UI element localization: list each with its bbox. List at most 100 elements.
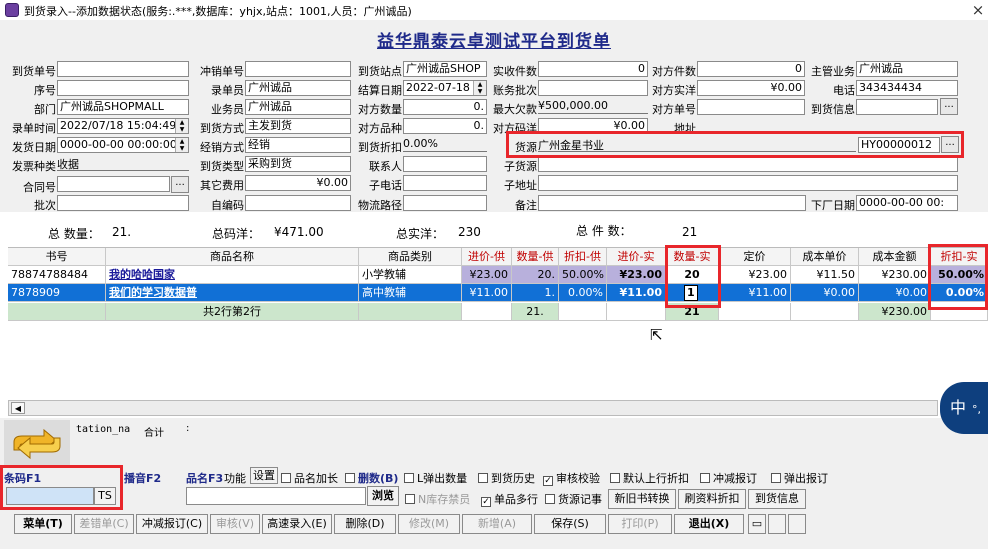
table-cell[interactable]: 50.00%: [559, 266, 607, 284]
error-order-button[interactable]: 差错单(C): [74, 514, 134, 534]
table-cell[interactable]: 7878909: [8, 284, 106, 302]
self-code-field[interactable]: [245, 195, 351, 211]
table-cell[interactable]: ¥23.00: [462, 266, 512, 284]
ime-indicator[interactable]: 中 °,: [940, 382, 988, 434]
col-header-cost-total[interactable]: 成本金额: [859, 248, 931, 266]
arrival-method-field[interactable]: 主发到货: [245, 118, 351, 134]
checkbox-name-extend[interactable]: 品名加长: [281, 470, 338, 486]
other-fee-field[interactable]: ¥0.00: [245, 175, 351, 191]
table-cell[interactable]: ¥11.50: [791, 266, 859, 284]
table-cell[interactable]: 20.: [512, 266, 559, 284]
opp-qty-field[interactable]: 0.: [403, 99, 487, 115]
checkbox-box-checked[interactable]: ✓: [481, 497, 491, 507]
save-button[interactable]: 保存(S): [534, 514, 606, 534]
checkbox-no-stock[interactable]: N库存禁员: [405, 491, 470, 507]
entry-time-spinner[interactable]: ▲ ▼: [175, 119, 188, 133]
opp-order-no-field[interactable]: [697, 99, 805, 115]
table-cell[interactable]: ¥11.00: [462, 284, 512, 302]
contact-field[interactable]: [403, 156, 487, 172]
browse-button[interactable]: 浏览: [367, 486, 399, 506]
supervisor-field[interactable]: 广州诚品: [856, 61, 958, 77]
opp-variety-field[interactable]: 0.: [403, 118, 487, 134]
print-button[interactable]: 打印(P): [608, 514, 672, 534]
max-owed-field[interactable]: ¥500,000.00: [538, 99, 648, 114]
grid-horizontal-scrollbar[interactable]: ◀: [8, 400, 938, 416]
salesman-field[interactable]: 广州诚品: [245, 99, 351, 115]
table-cell[interactable]: ¥230.00: [859, 266, 931, 284]
arrival-discount-field[interactable]: 0.00%: [403, 137, 487, 152]
sub-address-field[interactable]: [538, 175, 958, 191]
col-header-disc-sup[interactable]: 折扣-供: [559, 248, 607, 266]
sub-source-field[interactable]: [538, 156, 958, 172]
checkbox-box[interactable]: [404, 473, 414, 483]
entry-time-field[interactable]: 2022/07/18 15:04:49 ▲ ▼: [57, 118, 189, 134]
checkbox-box[interactable]: [610, 473, 620, 483]
table-cell[interactable]: ¥0.00: [859, 284, 931, 302]
checkbox-box[interactable]: [405, 494, 415, 504]
checkbox-default-discount[interactable]: 默认上行折扣: [610, 470, 689, 486]
checkbox-box[interactable]: [545, 494, 555, 504]
ship-date-field[interactable]: 0000-00-00 00:00:00 ▲ ▼: [57, 137, 189, 153]
opp-pieces-field[interactable]: 0: [697, 61, 805, 77]
checkbox-box-checked[interactable]: ✓: [543, 476, 553, 486]
checkbox-box[interactable]: [700, 473, 710, 483]
checkbox-popup-order[interactable]: 弹出报订: [771, 470, 828, 486]
remark-field[interactable]: [538, 195, 806, 211]
logistics-field[interactable]: [403, 195, 487, 211]
arrival-info-field[interactable]: [856, 99, 938, 115]
phone-field[interactable]: [403, 175, 487, 191]
table-cell-link[interactable]: 我的哈哈国家: [106, 266, 359, 284]
batch-field[interactable]: [57, 195, 189, 211]
arrival-type-field[interactable]: 采购到货: [245, 156, 351, 172]
table-cell[interactable]: ¥0.00: [791, 284, 859, 302]
checkbox-popup-qty[interactable]: L弹出数量: [404, 470, 467, 486]
checkbox-box[interactable]: [771, 473, 781, 483]
layout-icon[interactable]: ▭: [748, 514, 766, 534]
offset-no-field[interactable]: [245, 61, 351, 77]
checkbox-single-multirow[interactable]: ✓ 单品多行: [481, 491, 538, 507]
settings-button[interactable]: 设置: [250, 467, 278, 484]
table-cell[interactable]: ¥11.00: [607, 284, 666, 302]
col-header-price-sup[interactable]: 进价-供: [462, 248, 512, 266]
sale-method-field[interactable]: 经销: [245, 137, 351, 153]
col-header-qty-sup[interactable]: 数量-供: [512, 248, 559, 266]
swap-icon[interactable]: [4, 420, 70, 466]
table-cell[interactable]: ¥23.00: [607, 266, 666, 284]
refresh-discount-button[interactable]: 刷资料折扣: [678, 489, 746, 509]
tel-field[interactable]: 343434434: [856, 80, 958, 96]
arrival-no-field[interactable]: [57, 61, 189, 77]
actual-pieces-field[interactable]: 0: [538, 61, 648, 77]
arrival-info-button[interactable]: 到货信息: [748, 489, 806, 509]
table-cell[interactable]: 1.: [512, 284, 559, 302]
book-name-input[interactable]: [186, 487, 366, 505]
opp-actual-field[interactable]: ¥0.00: [697, 80, 805, 96]
table-cell[interactable]: ¥11.00: [719, 284, 791, 302]
checkbox-box[interactable]: [478, 473, 488, 483]
checkbox-box[interactable]: [345, 473, 355, 483]
col-header-category[interactable]: 商品类别: [359, 248, 462, 266]
table-cell[interactable]: ¥23.00: [719, 266, 791, 284]
blank-button[interactable]: [768, 514, 786, 534]
table-cell[interactable]: 78874788484: [8, 266, 106, 284]
contract-browse-button[interactable]: ...: [171, 176, 189, 193]
menu-button[interactable]: 菜单(T): [14, 514, 72, 534]
arrival-station-field[interactable]: 广州诚品SHOP: [403, 61, 487, 77]
col-header-price-act[interactable]: 进价-实: [607, 248, 666, 266]
exit-button[interactable]: 退出(X): [674, 514, 744, 534]
checkbox-box[interactable]: [281, 473, 291, 483]
contract-no-field[interactable]: [57, 176, 170, 192]
col-header-list-price[interactable]: 定价: [719, 248, 791, 266]
close-icon[interactable]: ×: [968, 0, 988, 20]
table-cell[interactable]: 0.00%: [559, 284, 607, 302]
seq-no-field[interactable]: [57, 80, 189, 96]
checkbox-offset-order[interactable]: 冲减报订: [700, 470, 757, 486]
checkbox-source-notes[interactable]: 货源记事: [545, 491, 602, 507]
table-cell[interactable]: 小学教辅: [359, 266, 462, 284]
entry-clerk-field[interactable]: 广州诚品: [245, 80, 351, 96]
account-batch-field[interactable]: [538, 80, 648, 96]
col-header-unit-cost[interactable]: 成本单价: [791, 248, 859, 266]
settle-date-field[interactable]: 2022-07-18 ▲ ▼: [403, 80, 487, 96]
ship-date-spinner[interactable]: ▲ ▼: [175, 138, 188, 152]
table-cell[interactable]: 高中教辅: [359, 284, 462, 302]
blank-button[interactable]: [788, 514, 806, 534]
